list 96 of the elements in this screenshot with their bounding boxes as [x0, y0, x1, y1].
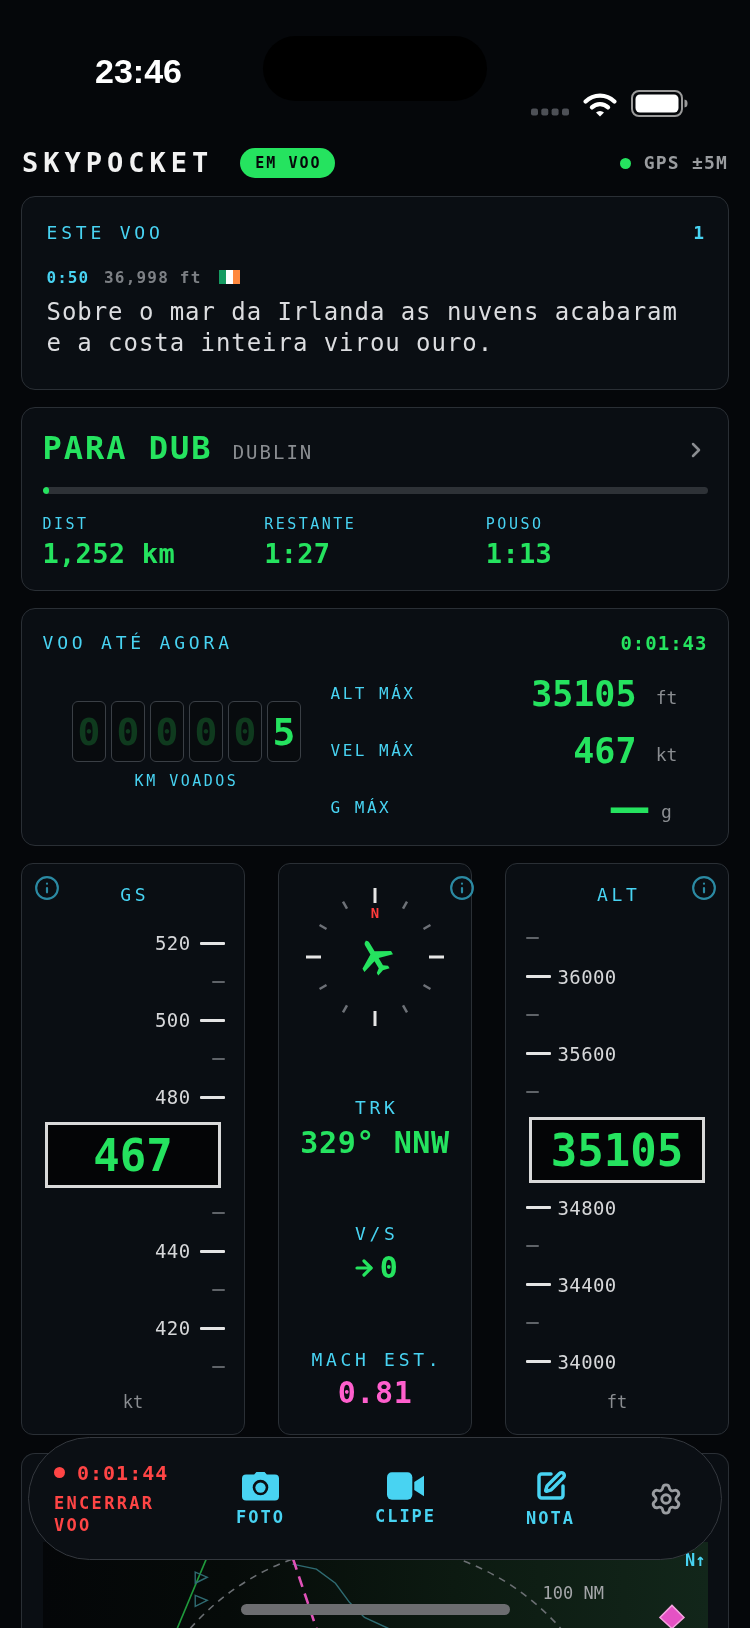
- scale-tick: [525, 975, 551, 979]
- scale-tick: [199, 941, 225, 945]
- app-title: SKYPOCKET: [22, 147, 214, 179]
- elapsed-time: 0:01:43: [620, 631, 708, 655]
- stat-value: 467: [573, 731, 637, 771]
- instrument-label: V/S: [354, 1223, 399, 1245]
- action-button[interactable]: CLIPE: [333, 1471, 478, 1526]
- status-badge: EM VOO: [240, 148, 335, 178]
- stat-label: ALT MÁX: [330, 684, 416, 704]
- scale-label: 34400: [557, 1273, 617, 1296]
- stat-label: G MÁX: [330, 798, 392, 818]
- scale-tick: [211, 1288, 225, 1291]
- unit-label: ft: [606, 1392, 628, 1412]
- flag-icon: [218, 270, 240, 284]
- stat-value: 1:27: [264, 537, 331, 570]
- boundary-line: [175, 1557, 207, 1628]
- north-label: N: [370, 905, 380, 921]
- scale-label: 480: [154, 1086, 191, 1109]
- range-label: 100 NM: [542, 1582, 604, 1603]
- stat-value: 35105: [531, 674, 637, 714]
- scale-tick: [211, 1211, 225, 1214]
- north-indicator: N↑: [685, 1549, 706, 1570]
- waypoint-marker-icon: [658, 1603, 685, 1628]
- scale-tick: [211, 980, 225, 983]
- section-title: ESTE VOO: [46, 221, 164, 245]
- destination-city: DUBLIN: [232, 440, 314, 465]
- scale-tick: [211, 1365, 225, 1368]
- settings-icon[interactable]: [649, 1481, 683, 1516]
- airplane-icon: [362, 940, 393, 976]
- scale-label: 34000: [557, 1350, 617, 1373]
- scale-tick: [211, 1057, 225, 1060]
- altitude-readout: 35105: [529, 1117, 705, 1183]
- unit-label: kt: [655, 744, 678, 766]
- scale-tick: [525, 1014, 539, 1017]
- instrument-label: MACH EST.: [310, 1349, 443, 1371]
- recording-timer: 0:01:44: [77, 1461, 169, 1484]
- odometer-label: KM VOADOS: [134, 771, 239, 791]
- status-time: 23:46: [95, 51, 182, 91]
- triangle-marker-icon: [194, 1593, 209, 1607]
- stat-label: DIST: [42, 513, 89, 534]
- vertical-speed-value: 0: [379, 1250, 399, 1286]
- scale-tick: [199, 1018, 225, 1022]
- note-text: Sobre o mar da Irlanda as nuvens acabaram e a costa inteira virou ouro.: [46, 297, 679, 359]
- scale-tick: [199, 1249, 225, 1253]
- scale-label: 520: [154, 932, 191, 955]
- end-flight-button[interactable]: ENCERRAR VOO: [54, 1491, 176, 1536]
- mach-value: 0.81: [337, 1375, 413, 1411]
- scale-label: 34800: [557, 1196, 617, 1219]
- scale-tick: [525, 1322, 539, 1325]
- scale-label: 420: [154, 1317, 191, 1340]
- scale-label: 440: [154, 1240, 191, 1263]
- note-altitude: 36,998 ft: [104, 267, 202, 287]
- stat-label: POUSO: [485, 513, 544, 534]
- scale-label: 500: [154, 1009, 191, 1032]
- scale-tick: [525, 1360, 551, 1364]
- stat-label: RESTANTE: [264, 513, 357, 534]
- scale-tick: [525, 1283, 551, 1287]
- track-value: 329° NNW: [300, 1125, 450, 1161]
- scale-tick: [525, 937, 539, 940]
- edit-note-icon: [534, 1469, 567, 1502]
- info-icon[interactable]: [690, 875, 717, 901]
- video-camera-icon: [387, 1471, 424, 1500]
- stat-value: 1:13: [485, 537, 553, 570]
- section-title: VOO ATÉ AGORA: [42, 631, 233, 655]
- cellular-signal-icon: [531, 108, 569, 116]
- camera-icon: [242, 1470, 279, 1501]
- gps-accuracy: GPS ±5M: [643, 152, 728, 174]
- info-icon[interactable]: [33, 875, 60, 901]
- wifi-icon: [583, 92, 617, 117]
- unit-label: g: [661, 801, 672, 823]
- unit-label: ft: [655, 687, 678, 709]
- tape-label: ALT: [596, 884, 641, 906]
- note-time: 0:50: [46, 267, 90, 287]
- stat-label: VEL MÁX: [330, 741, 416, 761]
- scale-tick: [525, 1091, 539, 1094]
- note-count: 1: [693, 221, 704, 245]
- speed-readout: 467: [45, 1122, 221, 1188]
- scale-tick: [199, 1095, 225, 1099]
- battery-icon: [631, 90, 688, 117]
- odometer-digit: 5: [267, 701, 301, 762]
- action-button[interactable]: NOTA: [478, 1469, 623, 1528]
- action-button[interactable]: FOTO: [188, 1470, 333, 1527]
- scale-label: 35600: [557, 1042, 617, 1065]
- instrument-label: TRK: [354, 1097, 399, 1119]
- scale-tick: [525, 1245, 539, 1248]
- stat-value: 1,252 km: [42, 537, 175, 570]
- destination-title: PARA DUB: [42, 429, 213, 467]
- triangle-marker-icon: [194, 1570, 209, 1584]
- tape-label: GS: [119, 884, 150, 906]
- stat-value: —: [608, 788, 651, 828]
- scale-label: 36000: [557, 965, 617, 988]
- scale-tick: [525, 1052, 551, 1056]
- scale-tick: [525, 1206, 551, 1210]
- info-icon[interactable]: [448, 875, 475, 901]
- scale-tick: [199, 1326, 225, 1330]
- unit-label: kt: [122, 1392, 144, 1412]
